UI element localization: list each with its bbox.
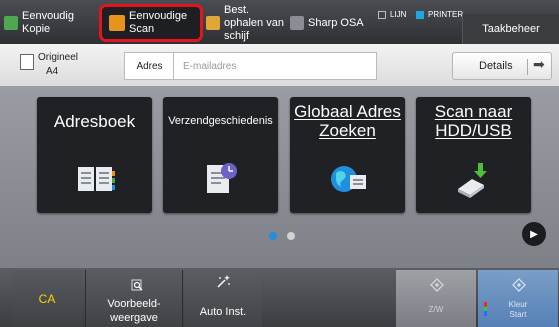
tab-easy-scan[interactable]: Eenvoudige Scan [99, 4, 203, 42]
scan-to-hdd-usb-label: Scan naar HDD/USB [434, 102, 513, 140]
osa-icon [290, 16, 304, 30]
line-indicator-light [378, 10, 386, 19]
bw-start-label: Z/W [428, 305, 444, 314]
global-search-icon [331, 166, 366, 192]
address-book-icon [78, 167, 115, 191]
preview-icon [131, 279, 143, 291]
document-icon [20, 54, 34, 70]
tab-retrieve-from-disk-label: Best. ophalen van schijf [224, 3, 284, 42]
start-diamond-icon [430, 278, 444, 292]
copier-icon [4, 16, 18, 30]
tab-retrieve-from-disk[interactable]: Best. ophalen van schijf [206, 3, 290, 42]
printer-indicator-label: PRINTER [428, 10, 464, 19]
color-start-label-2: Start [509, 310, 527, 319]
folder-icon [206, 16, 220, 30]
original-label: Origineel [38, 52, 79, 63]
details-button[interactable]: Details ➡ [452, 52, 552, 80]
email-address-input[interactable] [173, 52, 377, 80]
rgb-bar-icon [484, 302, 487, 316]
bottom-bar: CA Voorbeeld-weergave Auto Inst. Z/W Kle… [0, 268, 559, 327]
global-address-search-label: Globaal Adres Zoeken [294, 102, 401, 140]
job-status-button[interactable]: Taakbeheer [462, 14, 559, 44]
printer-indicator-light [416, 10, 424, 19]
send-history-tile[interactable]: Verzendgeschiedenis [163, 97, 278, 213]
send-history-label: Verzendgeschiedenis [168, 114, 273, 127]
address-row: Origineel A4 Adres Details ➡ [0, 44, 559, 86]
tab-easy-scan-label: Eenvoudige Scan [129, 10, 188, 35]
global-address-search-tile[interactable]: Globaal Adres Zoeken [290, 97, 405, 213]
address-label: Adres [124, 52, 174, 80]
tab-easy-copy[interactable]: Eenvoudig Kopie [4, 6, 100, 40]
color-start-label-1: Kleur [508, 300, 528, 309]
printer-indicator: PRINTER [416, 10, 463, 19]
line-indicator: LIJN [378, 10, 406, 19]
usb-icon [458, 163, 487, 198]
auto-settings-button[interactable]: Auto Inst. [184, 270, 262, 327]
top-bar: Eenvoudig Kopie Eenvoudige Scan Best. op… [0, 0, 559, 44]
scan-to-hdd-usb-tile[interactable]: Scan naar HDD/USB [416, 97, 531, 213]
address-book-tile[interactable]: Adresboek [37, 97, 152, 213]
bw-start-button[interactable]: Z/W [396, 270, 476, 327]
auto-wand-icon [217, 275, 230, 288]
original-size-button[interactable]: Origineel A4 [20, 50, 80, 80]
arrow-right-icon: ➡ [533, 56, 545, 72]
tab-sharp-osa-label: Sharp OSA [308, 16, 364, 29]
details-label: Details [479, 60, 513, 72]
preview-label: Voorbeeld-weergave [107, 298, 161, 324]
original-size: A4 [46, 66, 59, 77]
color-start-button[interactable]: Kleur Start [478, 270, 558, 327]
details-separator [527, 59, 528, 75]
next-page-button[interactable]: ▶ [522, 222, 546, 246]
start-diamond-color-icon [512, 278, 526, 292]
address-book-label: Adresboek [53, 111, 136, 131]
send-history-icon [207, 163, 237, 193]
clear-all-button[interactable]: CA [12, 270, 82, 327]
play-icon: ▶ [530, 228, 538, 240]
page-indicator-active[interactable] [269, 232, 277, 240]
preview-button[interactable]: Voorbeeld-weergave [85, 270, 183, 327]
clear-all-label: CA [38, 291, 56, 306]
destination-panel: Adresboek Verzendgeschiedenis Globaal Ad… [0, 86, 559, 268]
auto-settings-label: Auto Inst. [199, 306, 247, 318]
scanner-icon [109, 15, 125, 31]
page-indicator[interactable] [287, 232, 295, 240]
line-indicator-label: LIJN [390, 10, 407, 19]
tab-easy-copy-label: Eenvoudig Kopie [22, 10, 74, 35]
tab-sharp-osa[interactable]: Sharp OSA [290, 6, 372, 40]
job-status-label: Taakbeheer [482, 23, 540, 35]
